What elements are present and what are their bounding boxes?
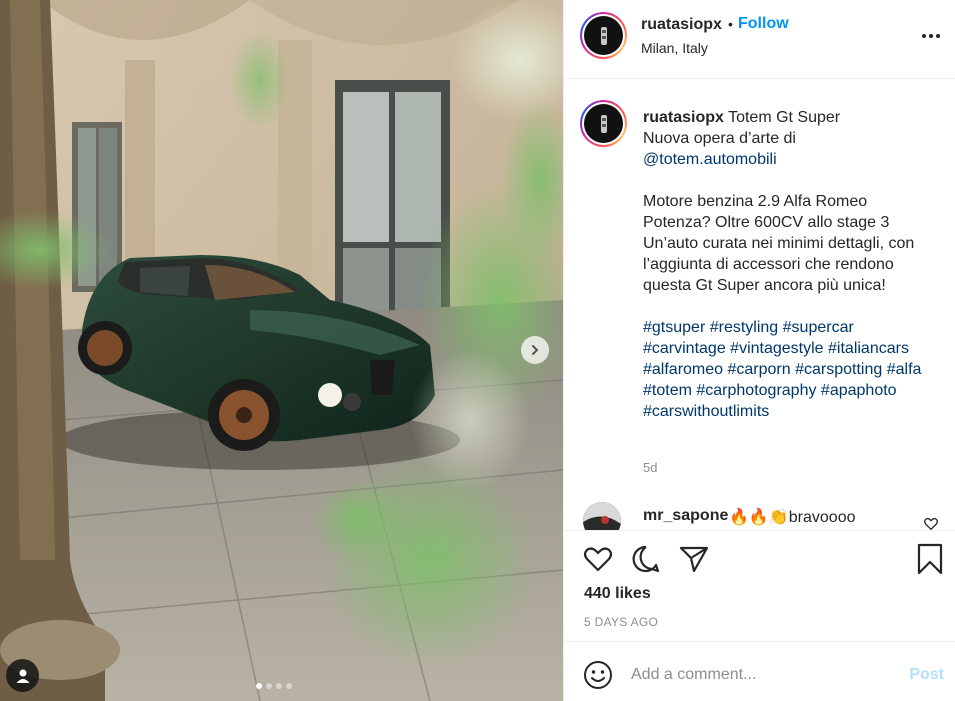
emoji-icon[interactable]: [583, 660, 613, 690]
hashtag-link[interactable]: #carphotography: [696, 382, 816, 399]
caption-avatar[interactable]: [580, 100, 627, 147]
post-header: ruatasiopx • Follow Milan, Italy: [564, 0, 955, 79]
bookmark-icon[interactable]: [914, 543, 946, 575]
avatar-border: [582, 14, 625, 57]
caption-body: Motore benzina 2.9 Alfa Romeo Potenza? O…: [643, 193, 915, 294]
post-comment-button[interactable]: Post: [909, 666, 944, 684]
hashtag-link[interactable]: #italiancars: [828, 340, 909, 357]
hashtag-list: #gtsuper #restyling #supercar #carvintag…: [643, 317, 938, 422]
caption-title: Totem Gt Super: [728, 109, 841, 126]
separator-dot: •: [728, 16, 733, 32]
carousel-indicator: [256, 683, 292, 689]
post-side-panel: ruatasiopx • Follow Milan, Italy ruatasi…: [563, 0, 955, 701]
add-comment-bar: Post: [564, 641, 955, 701]
car-photo-image: [0, 0, 563, 701]
caption-text: ruatasiopx Totem Gt Super Nuova opera d’…: [643, 107, 938, 422]
heart-icon[interactable]: [582, 543, 614, 575]
hashtag-link[interactable]: #carswithoutlimits: [643, 403, 769, 420]
carousel-dot: [256, 683, 262, 689]
hashtag-link[interactable]: #apaphoto: [821, 382, 897, 399]
hashtag-link[interactable]: #alfa: [887, 361, 922, 378]
caption-username[interactable]: ruatasiopx: [643, 109, 724, 126]
post-actions: 440 likes 5 DAYS AGO: [564, 530, 955, 641]
next-photo-button[interactable]: [521, 336, 549, 364]
likes-count[interactable]: 440 likes: [584, 585, 651, 603]
avatar[interactable]: [580, 12, 627, 59]
avatar-image: [584, 104, 623, 143]
chevron-right-icon: [532, 345, 539, 355]
logo-icon: [600, 114, 607, 133]
more-icon: [922, 34, 926, 38]
logo-icon: [600, 26, 607, 45]
post-date[interactable]: 5 DAYS AGO: [584, 615, 658, 629]
comment-input[interactable]: [631, 662, 901, 688]
hashtag-link[interactable]: #totem: [643, 382, 692, 399]
carousel-dot: [266, 683, 272, 689]
follow-button[interactable]: Follow: [738, 15, 789, 33]
hashtag-link[interactable]: #alfaromeo: [643, 361, 723, 378]
carousel-dot: [286, 683, 292, 689]
hashtag-link[interactable]: #gtsuper: [643, 319, 705, 336]
avatar-border: [582, 102, 625, 145]
comment-icon[interactable]: [630, 543, 662, 575]
commenter-avatar[interactable]: [583, 502, 621, 530]
comment-item: mr_sapone 🔥🔥👏bravoooo: [583, 502, 943, 530]
hashtag-link[interactable]: #vintagestyle: [730, 340, 823, 357]
mention-link[interactable]: @totem.automobili: [643, 151, 777, 168]
avatar-image: [584, 16, 623, 55]
more-icon-dot: [936, 34, 940, 38]
hashtag-link[interactable]: #carporn: [728, 361, 791, 378]
commenter-avatar-image: [583, 502, 621, 530]
more-options-button[interactable]: [919, 26, 943, 46]
carousel-dot: [276, 683, 282, 689]
more-icon-dot: [929, 34, 933, 38]
heart-icon[interactable]: [923, 516, 939, 530]
hashtag-link[interactable]: #restyling: [710, 319, 778, 336]
post-photo[interactable]: [0, 0, 563, 701]
hashtag-link[interactable]: #carspotting: [795, 361, 882, 378]
commenter-username[interactable]: mr_sapone: [643, 507, 728, 525]
share-icon[interactable]: [678, 543, 710, 575]
caption-line2: Nuova opera d’arte di: [643, 130, 796, 147]
tagged-users-button[interactable]: [6, 659, 39, 692]
hashtag-link[interactable]: #carvintage: [643, 340, 726, 357]
user-tag-icon: [16, 669, 29, 683]
comments-scroll-area[interactable]: ruatasiopx Totem Gt Super Nuova opera d’…: [564, 80, 955, 530]
post-location[interactable]: Milan, Italy: [641, 40, 708, 56]
post-author-username[interactable]: ruatasiopx: [641, 16, 722, 34]
caption-time: 5d: [643, 460, 658, 475]
comment-text: 🔥🔥👏bravoooo: [729, 509, 856, 526]
hashtag-link[interactable]: #supercar: [783, 319, 854, 336]
